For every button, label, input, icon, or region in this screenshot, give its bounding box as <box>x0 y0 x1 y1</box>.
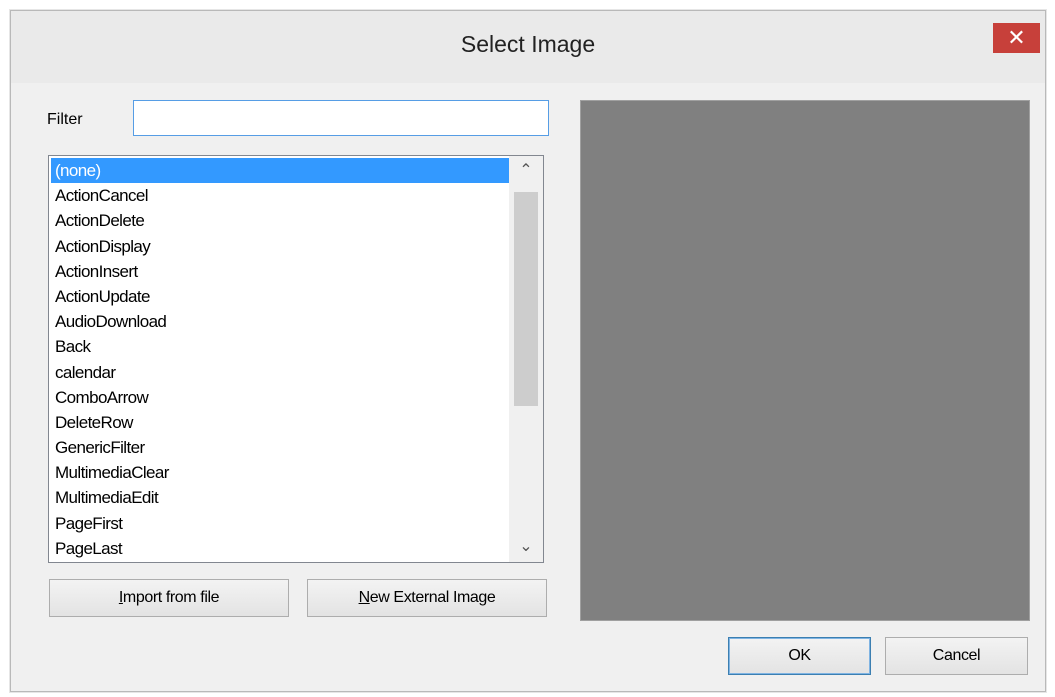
list-item[interactable]: PageLast <box>51 536 511 561</box>
filter-input[interactable] <box>133 100 549 136</box>
close-icon: ✕ <box>1007 25 1026 50</box>
list-item[interactable]: ActionCancel <box>51 183 511 208</box>
list-item[interactable]: (none) <box>51 158 511 184</box>
import-label: mport from file <box>122 589 220 606</box>
list-item[interactable]: AudioDownload <box>51 309 511 334</box>
cancel-button[interactable]: Cancel <box>885 637 1028 675</box>
list-item[interactable]: MultimediaEdit <box>51 485 511 510</box>
filter-label: Filter <box>47 111 83 128</box>
import-from-file-button[interactable]: Import from file <box>49 579 289 617</box>
list-item[interactable]: calendar <box>51 360 511 385</box>
list-item[interactable]: ComboArrow <box>51 385 511 410</box>
list-item[interactable]: GenericFilter <box>51 435 511 460</box>
list-item[interactable]: MultimediaClear <box>51 460 511 485</box>
image-preview <box>580 100 1030 621</box>
external-label: ew External Image <box>369 589 496 606</box>
list-item[interactable]: ActionInsert <box>51 259 511 284</box>
list-items: (none) ActionCancel ActionDelete ActionDisp… <box>51 158 511 561</box>
scroll-thumb[interactable] <box>514 192 538 406</box>
close-button[interactable]: ✕ <box>993 23 1040 53</box>
list-item[interactable]: DeleteRow <box>51 410 511 435</box>
title-bar[interactable]: Select Image <box>11 11 1045 83</box>
list-item[interactable]: ActionDisplay <box>51 234 511 259</box>
ok-button[interactable]: OK <box>728 637 871 675</box>
scroll-up-arrow-icon[interactable]: ⌃ <box>509 156 543 186</box>
new-external-image-button[interactable]: New External Image <box>307 579 547 617</box>
list-scrollbar[interactable]: ⌃ ⌄ <box>509 156 543 562</box>
dialog-title: Select Image <box>460 31 596 57</box>
scroll-down-arrow-icon[interactable]: ⌄ <box>509 532 543 562</box>
image-listbox[interactable]: (none) ActionCancel ActionDelete ActionDisp… <box>48 155 544 563</box>
list-item[interactable]: ActionDelete <box>51 208 511 233</box>
external-mnemonic: N <box>358 589 371 606</box>
list-item[interactable]: PageFirst <box>51 511 511 536</box>
list-item[interactable]: Back <box>51 334 511 359</box>
select-image-dialog: Select Image ✕ Filter (none) ActionCancel… <box>10 10 1046 692</box>
list-item[interactable]: ActionUpdate <box>51 284 511 309</box>
